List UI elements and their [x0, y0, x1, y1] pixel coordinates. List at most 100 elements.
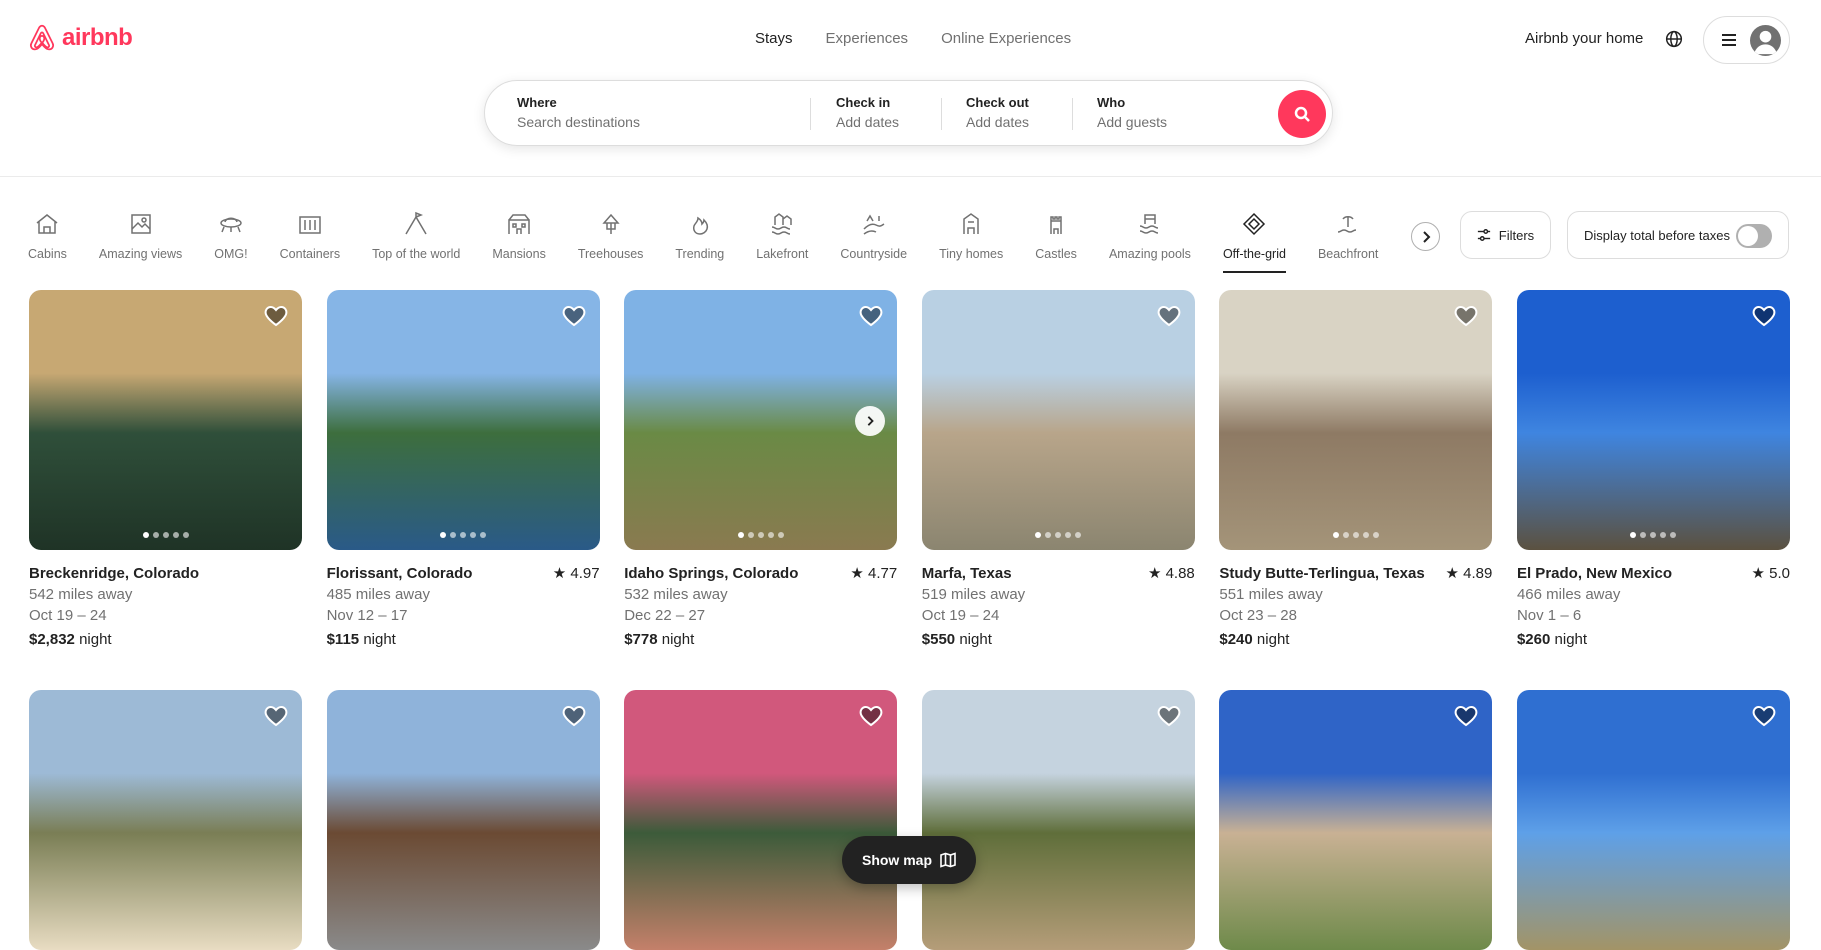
- airbnb-logo[interactable]: airbnb: [28, 22, 133, 54]
- listing-location: Study Butte-Terlingua, Texas: [1219, 565, 1425, 582]
- listing-photo[interactable]: [326, 290, 600, 550]
- price-unit: night: [661, 631, 695, 648]
- category-countryside[interactable]: Countryside: [840, 205, 907, 277]
- amazing-views-icon: [130, 214, 151, 234]
- listing-dates: Dec 22 – 27: [624, 607, 706, 624]
- heart-icon[interactable]: [1454, 704, 1478, 728]
- photo-next-button[interactable]: [855, 406, 886, 436]
- listing-card[interactable]: [921, 690, 1195, 950]
- photo-pagination: [737, 532, 784, 538]
- category-label: Mansions: [492, 247, 546, 261]
- listing-distance: 485 miles away: [326, 586, 430, 603]
- search-button[interactable]: [1278, 90, 1326, 138]
- category-label: Castles: [1035, 247, 1077, 261]
- tab-experiences[interactable]: Experiences: [826, 30, 909, 47]
- user-icon: [1753, 30, 1778, 54]
- heart-icon[interactable]: [859, 304, 883, 328]
- listing-card[interactable]: [326, 690, 600, 950]
- listing-card[interactable]: Idaho Springs, Colorado ★ 4.77 532 miles a…: [624, 290, 898, 650]
- cabin-icon: [36, 214, 58, 234]
- category-castles[interactable]: Castles: [1035, 205, 1077, 277]
- heart-icon[interactable]: [264, 304, 288, 328]
- trending-icon: [692, 216, 708, 235]
- photo-pagination: [1035, 532, 1082, 538]
- price-unit: night: [959, 631, 992, 648]
- listing-card[interactable]: [29, 690, 302, 950]
- listing-card[interactable]: [1516, 690, 1790, 950]
- heart-icon[interactable]: [1752, 704, 1776, 728]
- checkin-input[interactable]: Add dates: [836, 114, 899, 130]
- heart-icon[interactable]: [1157, 704, 1181, 728]
- listing-card[interactable]: Breckenridge, Colorado 542 miles away Oct …: [29, 290, 302, 650]
- category-omg[interactable]: OMG!: [214, 205, 248, 277]
- listing-card[interactable]: [624, 690, 898, 950]
- category-trending[interactable]: Trending: [675, 205, 724, 277]
- category-off-the-grid[interactable]: Off-the-grid: [1222, 205, 1286, 277]
- listing-card[interactable]: [1219, 690, 1493, 950]
- category-next-button[interactable]: [1411, 222, 1440, 251]
- search-divider: [1072, 98, 1073, 130]
- price-amount: $260: [1516, 631, 1551, 648]
- who-field[interactable]: Who Add guests: [1097, 95, 1167, 130]
- listing-photo[interactable]: [326, 690, 600, 950]
- rating-value: 4.89: [1463, 565, 1493, 582]
- listing-info: Study Butte-Terlingua, Texas ★ 4.89 551 mi…: [1219, 563, 1492, 650]
- category-beachfront[interactable]: Beachfront: [1318, 205, 1378, 277]
- category-lakefront[interactable]: Lakefront: [756, 205, 808, 277]
- price-amount: $550: [921, 631, 956, 648]
- checkin-field[interactable]: Check in Add dates: [836, 95, 899, 130]
- price-unit: night: [1256, 631, 1290, 648]
- listing-photo[interactable]: [1516, 690, 1790, 950]
- heart-icon[interactable]: [562, 304, 586, 328]
- listing-photo[interactable]: [1516, 290, 1790, 550]
- tax-toggle-switch[interactable]: [1736, 224, 1772, 248]
- photo-pagination: [142, 532, 189, 538]
- search-bar: Where Search destinations Check in Add d…: [484, 80, 1333, 146]
- listing-photo[interactable]: [29, 290, 302, 550]
- category-mansions[interactable]: Mansions: [492, 205, 546, 277]
- globe-icon[interactable]: [1663, 28, 1685, 50]
- menu-icon: [1722, 34, 1736, 46]
- listing-photo[interactable]: [1219, 690, 1493, 950]
- listing-photo[interactable]: [624, 690, 898, 950]
- listing-card[interactable]: Florissant, Colorado ★ 4.97 485 miles away…: [326, 290, 600, 650]
- tab-online-experiences[interactable]: Online Experiences: [941, 30, 1071, 47]
- category-amazing-pools[interactable]: Amazing pools: [1109, 205, 1191, 277]
- category-amazing-views[interactable]: Amazing views: [99, 205, 182, 277]
- listing-photo[interactable]: [29, 690, 302, 950]
- heart-icon[interactable]: [1454, 304, 1478, 328]
- listing-photo[interactable]: [921, 290, 1195, 550]
- where-input[interactable]: Search destinations: [517, 114, 640, 130]
- listing-distance: 532 miles away: [624, 586, 728, 603]
- top-of-the-world-icon: [405, 211, 427, 235]
- heart-icon[interactable]: [859, 704, 883, 728]
- listing-card[interactable]: Marfa, Texas ★ 4.88 519 miles away Oct 19 –…: [921, 290, 1195, 650]
- filters-button[interactable]: Filters: [1460, 211, 1551, 259]
- listing-location: Marfa, Texas: [921, 565, 1012, 582]
- tab-stays[interactable]: Stays: [755, 30, 793, 47]
- heart-icon[interactable]: [562, 704, 586, 728]
- category-top-of-the-world[interactable]: Top of the world: [372, 205, 460, 277]
- who-input[interactable]: Add guests: [1097, 114, 1167, 130]
- checkout-input[interactable]: Add dates: [966, 114, 1029, 130]
- listing-photo[interactable]: [1219, 290, 1493, 550]
- airbnb-your-home-link[interactable]: Airbnb your home: [1525, 30, 1643, 47]
- price-amount: $778: [624, 631, 658, 648]
- category-label: Tiny homes: [939, 247, 1004, 261]
- listing-card[interactable]: Study Butte-Terlingua, Texas ★ 4.89 551 mi…: [1219, 290, 1493, 650]
- heart-icon[interactable]: [1752, 304, 1776, 328]
- listing-info: Breckenridge, Colorado 542 miles away Oct …: [29, 563, 302, 650]
- heart-icon[interactable]: [264, 704, 288, 728]
- profile-menu-button[interactable]: [1703, 16, 1790, 64]
- heart-icon[interactable]: [1157, 304, 1181, 328]
- show-map-button[interactable]: Show map: [842, 836, 976, 884]
- listing-photo[interactable]: [624, 290, 898, 550]
- listing-card[interactable]: El Prado, New Mexico ★ 5.0 466 miles away N…: [1516, 290, 1790, 650]
- category-treehouses[interactable]: Treehouses: [578, 205, 643, 277]
- where-field[interactable]: Where Search destinations: [517, 95, 640, 130]
- checkout-field[interactable]: Check out Add dates: [966, 95, 1029, 130]
- category-containers[interactable]: Containers: [280, 205, 340, 277]
- category-cabins[interactable]: Cabins: [28, 205, 67, 277]
- listing-photo[interactable]: [921, 690, 1195, 950]
- category-tiny-homes[interactable]: Tiny homes: [939, 205, 1003, 277]
